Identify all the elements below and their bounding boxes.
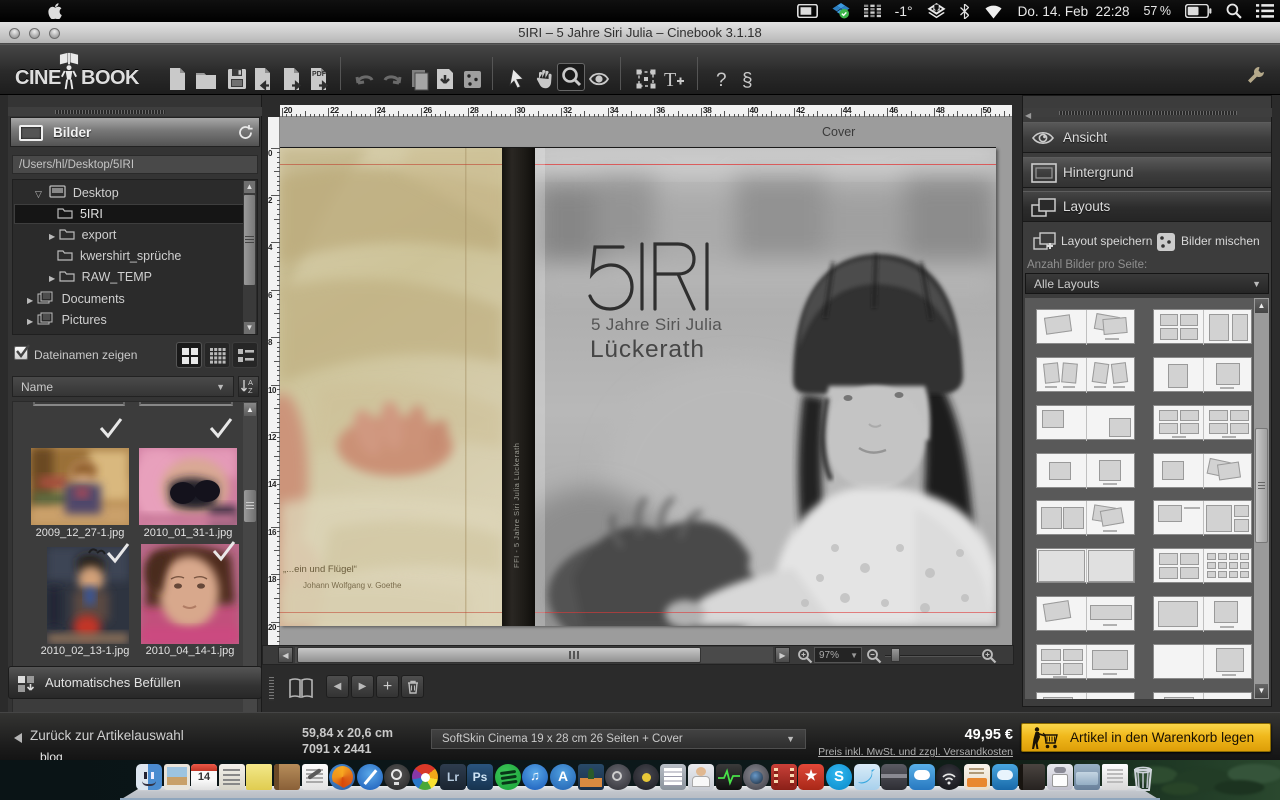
svg-text:5 Jahre Siri Julia: 5 Jahre Siri Julia <box>591 315 722 334</box>
svg-text:T: T <box>664 69 676 91</box>
svg-text:PDF: PDF <box>312 71 327 78</box>
svg-text:§: § <box>742 70 753 91</box>
svg-text:Lückerath: Lückerath <box>590 336 705 363</box>
svg-text:„...ein und Flügel“: „...ein und Flügel“ <box>283 564 357 575</box>
svg-text:?: ? <box>716 70 727 91</box>
svg-text:Johann Wolfgang v. Goethe: Johann Wolfgang v. Goethe <box>303 581 402 590</box>
svg-text:Z: Z <box>248 386 253 395</box>
